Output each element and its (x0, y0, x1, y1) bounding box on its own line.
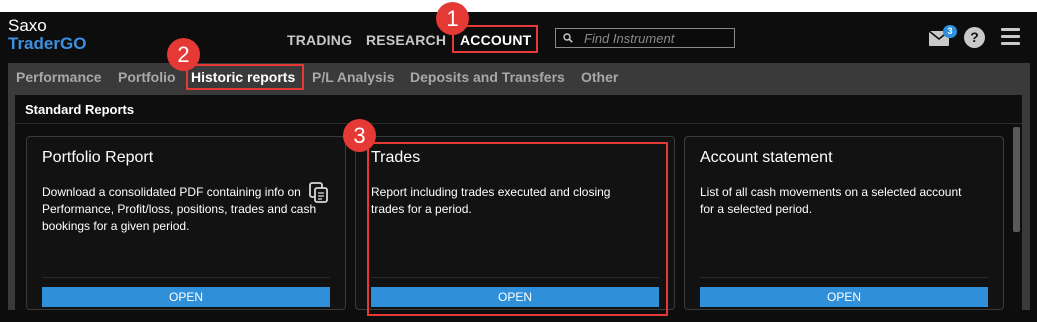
logo[interactable]: Saxo TraderGO (8, 17, 86, 53)
subtab-pl-analysis[interactable]: P/L Analysis (312, 69, 394, 85)
help-icon[interactable]: ? (964, 27, 985, 48)
report-card-portfolio: Portfolio Report Download a consolidated… (26, 136, 346, 310)
nav-trading[interactable]: TRADING (287, 32, 352, 48)
copy-icon[interactable] (309, 182, 329, 204)
subtab-deposits-transfers[interactable]: Deposits and Transfers (410, 69, 565, 85)
report-card-title: Account statement (700, 149, 833, 166)
logo-line1: Saxo (8, 16, 47, 35)
search-placeholder: Find Instrument (584, 31, 675, 46)
step-marker-2: 2 (167, 38, 200, 71)
panel-divider (15, 123, 1022, 124)
subtab-portfolio[interactable]: Portfolio (118, 69, 176, 85)
historic-reports-highlight-box (186, 64, 304, 90)
panel-title: Standard Reports (25, 102, 135, 117)
menu-icon[interactable] (1001, 28, 1020, 46)
open-account-statement-button[interactable]: OPEN (700, 287, 988, 307)
report-card-description: Download a consolidated PDF containing i… (42, 185, 317, 233)
scrollbar[interactable] (1013, 127, 1020, 232)
report-card-description: List of all cash movements on a selected… (700, 185, 962, 216)
report-card-account-statement: Account statement List of all cash movem… (684, 136, 1004, 310)
step-marker-1: 1 (436, 2, 469, 35)
open-portfolio-report-button[interactable]: OPEN (42, 287, 330, 307)
report-card-title: Portfolio Report (42, 149, 154, 166)
logo-line2: TraderGO (8, 34, 87, 53)
search-icon (563, 33, 573, 43)
subtab-performance[interactable]: Performance (16, 69, 102, 85)
step-marker-3: 3 (343, 119, 376, 152)
card-divider (42, 277, 330, 278)
card-divider (700, 277, 988, 278)
nav-research[interactable]: RESEARCH (366, 32, 446, 48)
trades-highlight-box (367, 142, 668, 316)
search-input[interactable]: Find Instrument (555, 28, 735, 48)
subtab-other[interactable]: Other (581, 69, 618, 85)
mail-count-badge: 3 (943, 25, 957, 38)
